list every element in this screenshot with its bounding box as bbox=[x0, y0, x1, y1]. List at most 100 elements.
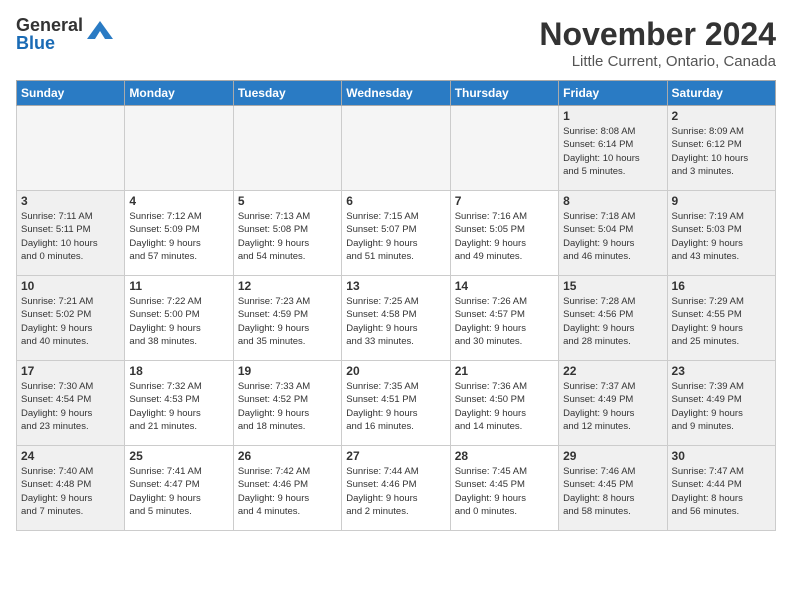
day-number: 16 bbox=[672, 279, 771, 293]
day-info: Sunrise: 7:32 AM Sunset: 4:53 PM Dayligh… bbox=[129, 380, 228, 433]
day-number: 25 bbox=[129, 449, 228, 463]
calendar-cell bbox=[17, 106, 125, 191]
day-info: Sunrise: 7:25 AM Sunset: 4:58 PM Dayligh… bbox=[346, 295, 445, 348]
calendar-cell: 16 Sunrise: 7:29 AM Sunset: 4:55 PM Dayli… bbox=[667, 276, 775, 361]
day-info: Sunrise: 7:30 AM Sunset: 4:54 PM Dayligh… bbox=[21, 380, 120, 433]
day-info: Sunrise: 7:13 AM Sunset: 5:08 PM Dayligh… bbox=[238, 210, 337, 263]
day-number: 4 bbox=[129, 194, 228, 208]
day-number: 19 bbox=[238, 364, 337, 378]
calendar-cell: 12 Sunrise: 7:23 AM Sunset: 4:59 PM Dayli… bbox=[233, 276, 341, 361]
day-info: Sunrise: 7:47 AM Sunset: 4:44 PM Dayligh… bbox=[672, 465, 771, 518]
calendar-week-row: 3 Sunrise: 7:11 AM Sunset: 5:11 PM Daylig… bbox=[17, 191, 776, 276]
day-number: 27 bbox=[346, 449, 445, 463]
day-info: Sunrise: 7:40 AM Sunset: 4:48 PM Dayligh… bbox=[21, 465, 120, 518]
day-info: Sunrise: 7:15 AM Sunset: 5:07 PM Dayligh… bbox=[346, 210, 445, 263]
calendar-header-row: SundayMondayTuesdayWednesdayThursdayFrid… bbox=[17, 81, 776, 106]
calendar-cell: 25Sunrise: 7:41 AM Sunset: 4:47 PM Dayli… bbox=[125, 446, 233, 531]
calendar-cell bbox=[233, 106, 341, 191]
day-number: 18 bbox=[129, 364, 228, 378]
calendar-week-row: 17 Sunrise: 7:30 AM Sunset: 4:54 PM Dayli… bbox=[17, 361, 776, 446]
day-info: Sunrise: 7:37 AM Sunset: 4:49 PM Dayligh… bbox=[563, 380, 662, 433]
calendar-week-row: 1Sunrise: 8:08 AM Sunset: 6:14 PM Daylig… bbox=[17, 106, 776, 191]
calendar-cell: 1Sunrise: 8:08 AM Sunset: 6:14 PM Daylig… bbox=[559, 106, 667, 191]
day-info: Sunrise: 7:26 AM Sunset: 4:57 PM Dayligh… bbox=[455, 295, 554, 348]
calendar-cell: 9 Sunrise: 7:19 AM Sunset: 5:03 PM Daylig… bbox=[667, 191, 775, 276]
day-number: 15 bbox=[563, 279, 662, 293]
header-thursday: Thursday bbox=[450, 81, 558, 106]
calendar-cell: 28Sunrise: 7:45 AM Sunset: 4:45 PM Dayli… bbox=[450, 446, 558, 531]
day-number: 1 bbox=[563, 109, 662, 123]
day-number: 2 bbox=[672, 109, 771, 123]
day-info: Sunrise: 7:28 AM Sunset: 4:56 PM Dayligh… bbox=[563, 295, 662, 348]
day-number: 30 bbox=[672, 449, 771, 463]
header-saturday: Saturday bbox=[667, 81, 775, 106]
page-header: General Blue November 2024 Little Curren… bbox=[16, 16, 776, 70]
calendar-cell bbox=[125, 106, 233, 191]
day-number: 14 bbox=[455, 279, 554, 293]
calendar-cell: 14 Sunrise: 7:26 AM Sunset: 4:57 PM Dayli… bbox=[450, 276, 558, 361]
day-info: Sunrise: 7:23 AM Sunset: 4:59 PM Dayligh… bbox=[238, 295, 337, 348]
day-number: 10 bbox=[21, 279, 120, 293]
header-tuesday: Tuesday bbox=[233, 81, 341, 106]
day-number: 11 bbox=[129, 279, 228, 293]
day-info: Sunrise: 7:19 AM Sunset: 5:03 PM Dayligh… bbox=[672, 210, 771, 263]
day-info: Sunrise: 7:29 AM Sunset: 4:55 PM Dayligh… bbox=[672, 295, 771, 348]
day-number: 17 bbox=[21, 364, 120, 378]
day-info: Sunrise: 8:09 AM Sunset: 6:12 PM Dayligh… bbox=[672, 125, 771, 178]
logo-blue-text: Blue bbox=[16, 34, 83, 52]
calendar-week-row: 24 Sunrise: 7:40 AM Sunset: 4:48 PM Dayli… bbox=[17, 446, 776, 531]
calendar-table: SundayMondayTuesdayWednesdayThursdayFrid… bbox=[16, 80, 776, 531]
calendar-cell: 17 Sunrise: 7:30 AM Sunset: 4:54 PM Dayli… bbox=[17, 361, 125, 446]
day-number: 12 bbox=[238, 279, 337, 293]
day-number: 6 bbox=[346, 194, 445, 208]
calendar-cell: 19Sunrise: 7:33 AM Sunset: 4:52 PM Dayli… bbox=[233, 361, 341, 446]
calendar-cell: 5 Sunrise: 7:13 AM Sunset: 5:08 PM Daylig… bbox=[233, 191, 341, 276]
month-title: November 2024 bbox=[539, 16, 776, 53]
calendar-cell: 2 Sunrise: 8:09 AM Sunset: 6:12 PM Daylig… bbox=[667, 106, 775, 191]
calendar-cell: 6 Sunrise: 7:15 AM Sunset: 5:07 PM Daylig… bbox=[342, 191, 450, 276]
day-info: Sunrise: 7:35 AM Sunset: 4:51 PM Dayligh… bbox=[346, 380, 445, 433]
location-subtitle: Little Current, Ontario, Canada bbox=[539, 53, 776, 70]
calendar-cell bbox=[450, 106, 558, 191]
calendar-cell: 20 Sunrise: 7:35 AM Sunset: 4:51 PM Dayli… bbox=[342, 361, 450, 446]
day-info: Sunrise: 7:16 AM Sunset: 5:05 PM Dayligh… bbox=[455, 210, 554, 263]
day-number: 28 bbox=[455, 449, 554, 463]
day-number: 29 bbox=[563, 449, 662, 463]
day-number: 5 bbox=[238, 194, 337, 208]
logo-icon bbox=[85, 19, 115, 49]
calendar-cell: 3 Sunrise: 7:11 AM Sunset: 5:11 PM Daylig… bbox=[17, 191, 125, 276]
calendar-cell: 22 Sunrise: 7:37 AM Sunset: 4:49 PM Dayli… bbox=[559, 361, 667, 446]
day-number: 22 bbox=[563, 364, 662, 378]
calendar-cell: 8Sunrise: 7:18 AM Sunset: 5:04 PM Daylig… bbox=[559, 191, 667, 276]
day-info: Sunrise: 7:21 AM Sunset: 5:02 PM Dayligh… bbox=[21, 295, 120, 348]
day-number: 23 bbox=[672, 364, 771, 378]
day-number: 26 bbox=[238, 449, 337, 463]
day-info: Sunrise: 7:39 AM Sunset: 4:49 PM Dayligh… bbox=[672, 380, 771, 433]
calendar-cell: 7Sunrise: 7:16 AM Sunset: 5:05 PM Daylig… bbox=[450, 191, 558, 276]
logo: General Blue bbox=[16, 16, 115, 52]
day-info: Sunrise: 7:12 AM Sunset: 5:09 PM Dayligh… bbox=[129, 210, 228, 263]
day-info: Sunrise: 7:18 AM Sunset: 5:04 PM Dayligh… bbox=[563, 210, 662, 263]
calendar-cell: 13Sunrise: 7:25 AM Sunset: 4:58 PM Dayli… bbox=[342, 276, 450, 361]
calendar-cell: 26 Sunrise: 7:42 AM Sunset: 4:46 PM Dayli… bbox=[233, 446, 341, 531]
calendar-cell: 21 Sunrise: 7:36 AM Sunset: 4:50 PM Dayli… bbox=[450, 361, 558, 446]
day-number: 24 bbox=[21, 449, 120, 463]
calendar-cell: 4 Sunrise: 7:12 AM Sunset: 5:09 PM Daylig… bbox=[125, 191, 233, 276]
day-info: Sunrise: 7:11 AM Sunset: 5:11 PM Dayligh… bbox=[21, 210, 120, 263]
calendar-cell: 29 Sunrise: 7:46 AM Sunset: 4:45 PM Dayli… bbox=[559, 446, 667, 531]
day-number: 3 bbox=[21, 194, 120, 208]
day-info: Sunrise: 7:42 AM Sunset: 4:46 PM Dayligh… bbox=[238, 465, 337, 518]
day-info: Sunrise: 7:46 AM Sunset: 4:45 PM Dayligh… bbox=[563, 465, 662, 518]
day-number: 20 bbox=[346, 364, 445, 378]
title-area: November 2024 Little Current, Ontario, C… bbox=[539, 16, 776, 70]
header-friday: Friday bbox=[559, 81, 667, 106]
day-info: Sunrise: 7:44 AM Sunset: 4:46 PM Dayligh… bbox=[346, 465, 445, 518]
header-wednesday: Wednesday bbox=[342, 81, 450, 106]
calendar-cell: 23 Sunrise: 7:39 AM Sunset: 4:49 PM Dayli… bbox=[667, 361, 775, 446]
day-number: 21 bbox=[455, 364, 554, 378]
header-sunday: Sunday bbox=[17, 81, 125, 106]
day-info: Sunrise: 7:36 AM Sunset: 4:50 PM Dayligh… bbox=[455, 380, 554, 433]
calendar-week-row: 10 Sunrise: 7:21 AM Sunset: 5:02 PM Dayli… bbox=[17, 276, 776, 361]
calendar-cell: 30 Sunrise: 7:47 AM Sunset: 4:44 PM Dayli… bbox=[667, 446, 775, 531]
day-number: 9 bbox=[672, 194, 771, 208]
